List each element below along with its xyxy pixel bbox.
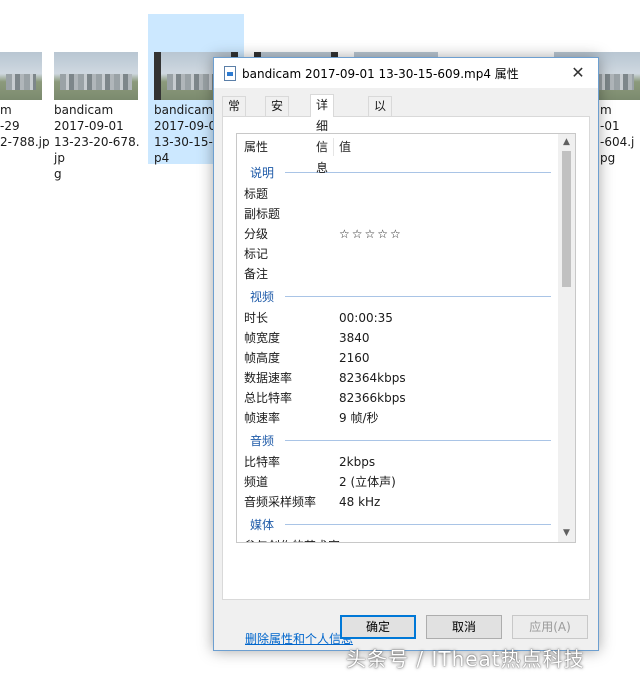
property-key: 分级 bbox=[244, 227, 269, 241]
property-row[interactable]: 帧高度 2160 bbox=[237, 348, 559, 368]
property-key: 备注 bbox=[244, 267, 269, 281]
group-divider bbox=[285, 440, 551, 441]
column-header-value[interactable]: 值 bbox=[339, 134, 351, 160]
column-divider[interactable] bbox=[333, 138, 334, 156]
property-key: 频道 bbox=[244, 475, 269, 489]
property-row[interactable]: 比特率 2kbps bbox=[237, 452, 559, 472]
property-key: 副标题 bbox=[244, 207, 281, 221]
cancel-button[interactable]: 取消 bbox=[426, 615, 502, 639]
file-name: bandicam 2017-09-01 13-23-20-678.jp g bbox=[54, 103, 140, 181]
scrollbar-thumb[interactable] bbox=[562, 151, 571, 287]
file-item[interactable]: m -29 2-788.jp bbox=[0, 14, 50, 164]
property-row[interactable]: 时长 00:00:35 bbox=[237, 308, 559, 328]
column-header-property[interactable]: 属性 bbox=[244, 134, 268, 160]
video-file-icon bbox=[224, 66, 236, 81]
close-button[interactable]: ✕ bbox=[558, 58, 598, 88]
property-row[interactable]: 总比特率 82366kbps bbox=[237, 388, 559, 408]
details-panel: 属性 值 说明 标题 副标题 分级 ☆☆☆☆☆ 标记 备注 视频 时长 00:00:… bbox=[222, 116, 590, 646]
tab-previous-versions[interactable]: 以前的版本 bbox=[368, 96, 393, 189]
property-row[interactable]: 分级 ☆☆☆☆☆ bbox=[237, 224, 559, 244]
image-thumbnail bbox=[54, 52, 138, 100]
property-row[interactable]: 副标题 bbox=[237, 204, 559, 224]
property-value: 3840 bbox=[339, 331, 370, 345]
property-row[interactable]: 备注 bbox=[237, 264, 559, 284]
property-list[interactable]: 属性 值 说明 标题 副标题 分级 ☆☆☆☆☆ 标记 备注 视频 时长 00:00:… bbox=[236, 133, 576, 543]
dialog-title: bandicam 2017-09-01 13-30-15-609.mp4 属性 bbox=[242, 67, 519, 81]
group-header: 媒体 bbox=[237, 512, 559, 536]
ok-button[interactable]: 确定 bbox=[340, 615, 416, 639]
property-value: 48 kHz bbox=[339, 495, 381, 509]
property-key: 比特率 bbox=[244, 455, 281, 469]
group-label: 说明 bbox=[250, 166, 275, 180]
properties-dialog: bandicam 2017-09-01 13-30-15-609.mp4 属性 … bbox=[213, 57, 599, 651]
property-key: 标记 bbox=[244, 247, 269, 261]
file-item[interactable]: bandicam 2017-09-01 13-23-20-678.jp g bbox=[48, 14, 144, 181]
group-header: 音频 bbox=[237, 428, 559, 452]
property-row[interactable]: 音频采样频率 48 kHz bbox=[237, 492, 559, 512]
property-key: 时长 bbox=[244, 311, 269, 325]
property-rows: 说明 标题 副标题 分级 ☆☆☆☆☆ 标记 备注 视频 时长 00:00:35 帧宽… bbox=[237, 160, 559, 542]
property-row[interactable]: 帧宽度 3840 bbox=[237, 328, 559, 348]
property-value: 82366kbps bbox=[339, 391, 406, 405]
property-key: 参与创作的艺术家 bbox=[244, 536, 340, 542]
image-thumbnail bbox=[0, 52, 42, 100]
group-header: 视频 bbox=[237, 284, 559, 308]
group-label: 视频 bbox=[250, 290, 275, 304]
tab-security[interactable]: 安全 bbox=[265, 96, 290, 132]
tab-details[interactable]: 详细信息 bbox=[310, 94, 335, 175]
property-key: 帧高度 bbox=[244, 351, 281, 365]
property-row[interactable]: 标记 bbox=[237, 244, 559, 264]
property-row[interactable]: 数据速率 82364kbps bbox=[237, 368, 559, 388]
property-value: 9 帧/秒 bbox=[339, 411, 379, 425]
watermark: 头条号 / ITheat热点科技 bbox=[346, 647, 585, 671]
property-key: 数据速率 bbox=[244, 371, 293, 385]
property-value: 2 (立体声) bbox=[339, 475, 396, 489]
property-value: 82364kbps bbox=[339, 371, 406, 385]
group-label: 音频 bbox=[250, 434, 275, 448]
scroll-up-icon[interactable]: ▲ bbox=[558, 134, 575, 151]
property-key: 帧宽度 bbox=[244, 331, 281, 345]
group-label: 媒体 bbox=[250, 518, 275, 532]
property-value: 2160 bbox=[339, 351, 370, 365]
property-value: 2kbps bbox=[339, 455, 376, 469]
property-key: 帧速率 bbox=[244, 411, 281, 425]
scroll-down-icon[interactable]: ▼ bbox=[558, 525, 575, 542]
dialog-titlebar[interactable]: bandicam 2017-09-01 13-30-15-609.mp4 属性 … bbox=[214, 58, 598, 88]
property-key: 音频采样频率 bbox=[244, 495, 317, 509]
group-divider bbox=[285, 296, 551, 297]
group-header: 说明 bbox=[237, 160, 559, 184]
property-key: 总比特率 bbox=[244, 391, 293, 405]
property-value: 00:00:35 bbox=[339, 311, 393, 325]
property-key: 标题 bbox=[244, 187, 269, 201]
group-divider bbox=[285, 524, 551, 525]
property-row[interactable]: 标题 bbox=[237, 184, 559, 204]
property-row[interactable]: 频道 2 (立体声) bbox=[237, 472, 559, 492]
vertical-scrollbar[interactable]: ▲ ▼ bbox=[558, 134, 575, 542]
apply-button[interactable]: 应用(A) bbox=[512, 615, 588, 639]
rating-stars[interactable]: ☆☆☆☆☆ bbox=[339, 224, 403, 244]
tab-general[interactable]: 常规 bbox=[222, 96, 247, 132]
remove-properties-link[interactable]: 删除属性和个人信息 bbox=[245, 630, 353, 647]
property-row[interactable]: 参与创作的艺术家 bbox=[237, 536, 559, 542]
property-row[interactable]: 帧速率 9 帧/秒 bbox=[237, 408, 559, 428]
file-name: m -01 -604.jpg bbox=[600, 103, 635, 165]
